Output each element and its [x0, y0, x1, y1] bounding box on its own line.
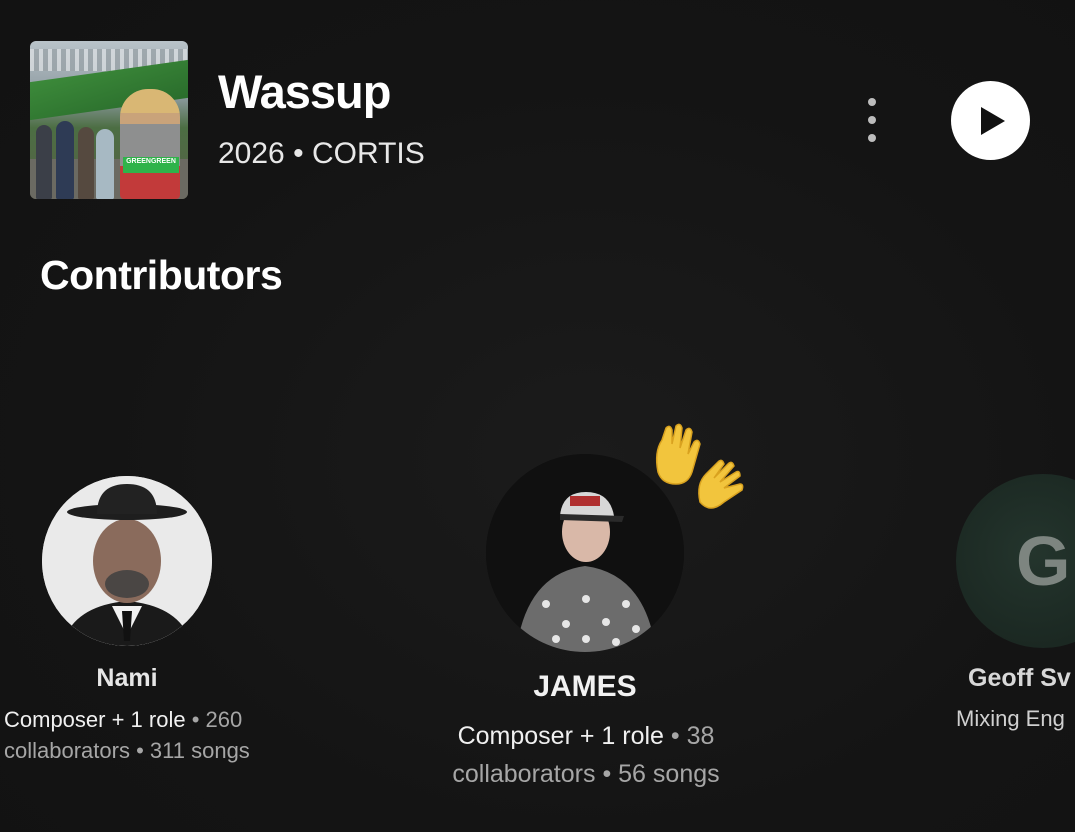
- contributor-meta: Composer + 1 role • 260 collaborators • …: [4, 704, 250, 766]
- meta-separator: •: [293, 137, 304, 170]
- section-title: Contributors: [40, 252, 283, 298]
- contributor-meta-line: collaborators • 56 songs: [452, 760, 720, 788]
- avatar-initial: G: [1016, 522, 1071, 600]
- play-button[interactable]: [951, 81, 1030, 160]
- more-options-button[interactable]: [856, 94, 888, 146]
- collaborators-label: collaborators: [452, 760, 596, 788]
- contributor-meta-line: Composer + 1 role • 38: [457, 722, 715, 750]
- cover-art-figure: [78, 127, 94, 199]
- album-meta: 2026 • CORTIS: [218, 137, 425, 171]
- contributor-role: Composer + 1 role: [457, 722, 664, 750]
- contributor-avatar-geoff[interactable]: G: [956, 474, 1075, 648]
- contributor-avatar-nami[interactable]: [42, 476, 212, 646]
- more-vertical-icon-dot: [868, 98, 876, 106]
- more-vertical-icon-dot: [868, 116, 876, 124]
- contributor-role: Mixing Eng: [956, 706, 1065, 731]
- contributor-name[interactable]: Nami: [42, 664, 212, 693]
- contributor-meta: Composer + 1 role • 38 collaborators • 5…: [438, 717, 734, 793]
- contributor-name[interactable]: JAMES: [435, 670, 735, 704]
- cover-art-figure: [36, 125, 52, 199]
- person-portrait-icon: [42, 476, 212, 646]
- contributor-name[interactable]: Geoff Sv: [968, 664, 1071, 693]
- cover-art-figure: [96, 129, 114, 199]
- contributor-meta-line: Composer + 1 role • 260: [4, 707, 243, 732]
- more-vertical-icon-dot: [868, 134, 876, 142]
- cover-art-figure: [120, 89, 180, 199]
- album-cover[interactable]: GREENGREEN: [30, 41, 188, 199]
- collaborator-count: 260: [205, 707, 243, 732]
- contributor-role: Composer + 1 role: [4, 707, 186, 732]
- song-count: 56 songs: [618, 760, 720, 788]
- album-title: Wassup: [218, 65, 391, 118]
- album-artist[interactable]: CORTIS: [312, 137, 425, 170]
- collaborators-label: collaborators: [4, 738, 130, 763]
- album-year: 2026: [218, 137, 285, 170]
- contributor-meta-line: collaborators • 311 songs: [4, 738, 250, 763]
- cover-tag: GREENGREEN: [123, 157, 179, 173]
- play-icon: [980, 106, 1005, 135]
- collaborator-count: 38: [686, 722, 715, 750]
- waving-hands-icon: [655, 423, 744, 509]
- album-credits-screen: GREENGREEN Wassup 2026 • CORTIS Contribu…: [0, 0, 1075, 832]
- song-count: 311 songs: [149, 738, 250, 763]
- cover-art-figure: [56, 121, 74, 199]
